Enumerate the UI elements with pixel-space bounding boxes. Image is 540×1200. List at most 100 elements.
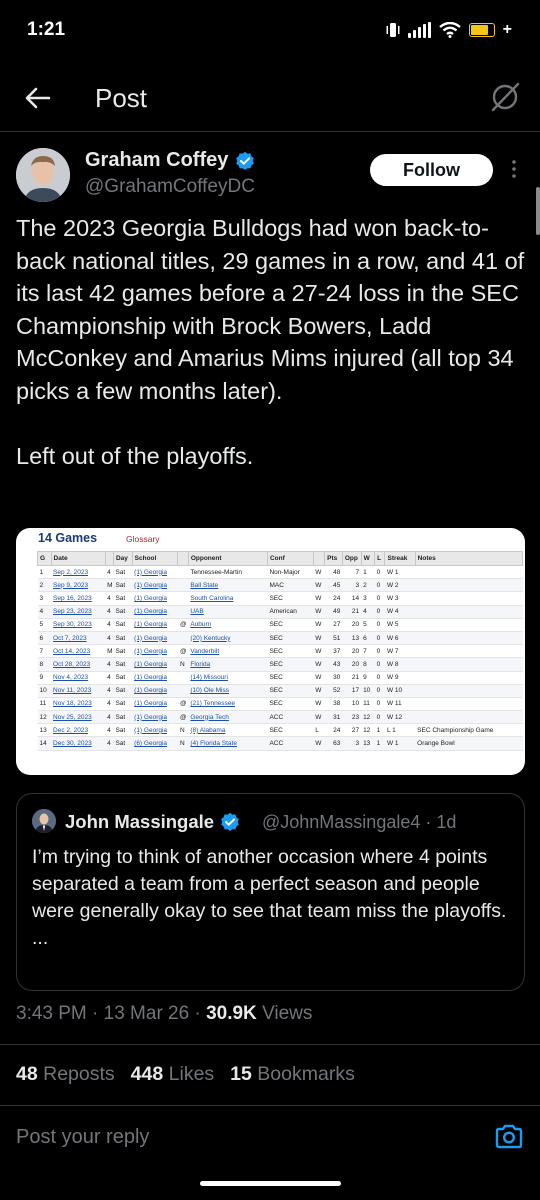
table-header-cell: Date <box>50 551 106 566</box>
table-cell: SEC <box>267 591 314 606</box>
table-cell: SEC <box>267 657 314 672</box>
table-link: Oct 14, 2023 <box>53 647 91 655</box>
table-cell: 20 <box>342 644 362 659</box>
table-cell: N <box>177 657 189 672</box>
table-link: (10) Ole Miss <box>190 687 229 695</box>
table-cell: W <box>313 644 325 659</box>
quoted-author-name: John Massingale <box>65 811 240 833</box>
table-cell: SEC <box>267 671 314 685</box>
table-cell: Sat <box>113 684 133 698</box>
quoted-author-handle: @JohnMassingale4 · 1d <box>262 812 457 832</box>
table-cell: SEC <box>267 723 314 738</box>
table-header-cell: Pts <box>324 551 343 566</box>
table-cell: 24 <box>324 723 343 738</box>
table-link: (21) Tennessee <box>190 700 236 708</box>
author-avatar[interactable] <box>16 148 70 202</box>
table-cell: (1) Georgia <box>132 644 178 659</box>
table-cell: 37 <box>324 644 343 659</box>
table-row: 10 Nov 11, 2023 4 Sat (1) Georgia (10) Ole Mi… <box>37 684 523 698</box>
table-cell: W <box>313 565 325 580</box>
table-cell: (4) Florida State <box>188 736 268 751</box>
table-cell <box>177 565 189 580</box>
author-name[interactable]: Graham Coffey <box>85 149 255 172</box>
page-title: Post <box>95 83 148 113</box>
table-cell <box>415 605 523 619</box>
table-header-cell: G <box>37 551 52 566</box>
table-cell: 3 <box>342 578 362 593</box>
table-cell: Sat <box>113 736 133 751</box>
table-cell: W 7 <box>384 644 416 659</box>
table-cell: 9 <box>37 671 52 685</box>
table-cell <box>415 578 523 593</box>
table-cell <box>415 644 523 659</box>
table-link: Sep 16, 2023 <box>53 594 92 602</box>
table-cell: SEC Championship Game <box>415 723 523 738</box>
table-cell: W 10 <box>384 684 416 698</box>
table-cell: Sat <box>113 697 133 712</box>
scrollbar-thumb[interactable] <box>536 187 540 235</box>
table-cell: 1 <box>37 565 52 580</box>
table-cell <box>177 671 189 685</box>
table-row: 11 Nov 18, 2023 4 Sat (1) Georgia @ (21) Tenne… <box>37 697 523 712</box>
table-link: Dec 2, 2023 <box>53 726 89 734</box>
table-link: (1) Georgia <box>134 647 168 655</box>
table-cell: 0 <box>374 631 385 646</box>
table-cell: W 9 <box>384 671 416 685</box>
wifi-icon <box>438 22 461 38</box>
table-link: (1) Georgia <box>134 687 168 695</box>
quoted-post-text: I’m trying to think of another occasion … <box>32 846 507 949</box>
table-cell: 12 <box>361 710 375 725</box>
table-cell <box>415 710 523 725</box>
table-cell: South Carolina <box>188 591 268 606</box>
table-cell: 20 <box>342 657 362 672</box>
reposts-label: Reposts <box>43 1063 115 1085</box>
home-indicator[interactable] <box>200 1181 341 1186</box>
author-handle[interactable]: @GrahamCoffeyDC <box>85 176 255 198</box>
status-bar: 1:21 + <box>0 0 540 60</box>
table-header-cell: Streak <box>384 551 416 566</box>
table-link: (1) Georgia <box>134 581 168 589</box>
table-header-cell: Notes <box>414 551 524 566</box>
verified-badge-icon <box>221 812 239 831</box>
table-row: 14 Dec 30, 2023 4 Sat (6) Georgia N (4) Florid… <box>37 736 523 751</box>
back-arrow-icon[interactable] <box>22 82 54 114</box>
table-cell: (1) Georgia <box>132 671 178 685</box>
status-icons: + <box>386 18 512 42</box>
table-cell: 0 <box>374 710 385 725</box>
table-cell: 48 <box>324 565 343 580</box>
table-link: (1) Georgia <box>134 674 168 682</box>
quoted-post[interactable]: John Massingale @JohnMassingale4 · 1d I’… <box>16 793 525 991</box>
table-cell <box>415 565 523 580</box>
table-cell: W <box>313 578 325 593</box>
reply-input[interactable]: Post your reply <box>16 1126 149 1149</box>
bookmarks-label: Bookmarks <box>257 1063 355 1085</box>
table-header-cell: School <box>131 551 179 566</box>
table-cell: Vanderbilt <box>188 644 268 659</box>
table-header-cell <box>177 551 189 566</box>
author-name-text[interactable]: Graham Coffey <box>85 149 228 172</box>
table-row: 12 Nov 25, 2023 4 Sat (1) Georgia @ Georgia Te… <box>37 710 523 725</box>
table-cell <box>415 591 523 606</box>
post-timestamp[interactable]: 3:43 PM · 13 Mar 26 · <box>16 1003 201 1024</box>
table-cell: SEC <box>267 618 314 632</box>
table-link: Nov 18, 2023 <box>53 700 92 708</box>
likes-stat[interactable]: 448 Likes <box>131 1063 215 1086</box>
table-link: (1) Georgia <box>134 713 168 721</box>
table-cell: 23 <box>342 710 362 725</box>
table-cell: 3 <box>37 591 52 606</box>
table-cell <box>415 631 523 646</box>
more-options-icon[interactable] <box>509 158 519 180</box>
grok-icon[interactable] <box>488 80 522 114</box>
camera-icon[interactable] <box>494 1122 524 1152</box>
table-cell: 2 <box>37 578 52 593</box>
table-cell: Oct 7, 2023 <box>51 631 106 646</box>
bookmarks-stat[interactable]: 15 Bookmarks <box>230 1063 355 1086</box>
table-cell: W <box>313 671 325 685</box>
table-link: (20) Kentucky <box>190 634 231 642</box>
follow-button[interactable]: Follow <box>370 154 493 186</box>
reposts-stat[interactable]: 48 Reposts <box>16 1063 115 1086</box>
verified-badge-icon <box>236 151 255 170</box>
table-cell: 27 <box>342 723 362 738</box>
post-image[interactable]: 14 Games Glossary G Date Day School Opponent… <box>16 528 525 775</box>
table-cell: 10 <box>361 684 375 698</box>
